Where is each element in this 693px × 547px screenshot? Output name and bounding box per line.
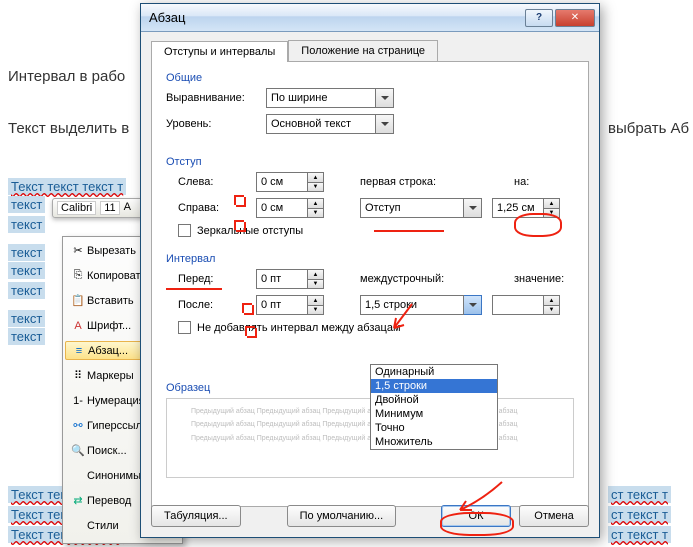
font-name-combo[interactable]: Calibri bbox=[57, 201, 96, 215]
font-icon: A bbox=[69, 320, 87, 332]
paste-icon: 📋 bbox=[69, 294, 87, 307]
bg-line-2-left: Текст выделить в bbox=[8, 120, 129, 137]
line-spacing-option[interactable]: Минимум bbox=[371, 407, 497, 421]
font-size-combo[interactable]: 11 bbox=[100, 201, 119, 215]
outline-level-combo[interactable]: Основной текст bbox=[266, 114, 394, 134]
tabulation-button[interactable]: Табуляция... bbox=[151, 505, 241, 527]
bg-sel-row: ст текст т bbox=[608, 506, 671, 523]
dialog-title: Абзац bbox=[149, 10, 525, 25]
alignment-label: Выравнивание: bbox=[166, 92, 266, 104]
bg-sel-row: текст bbox=[8, 244, 45, 261]
line-spacing-at-spinner[interactable]: ▲▼ bbox=[492, 295, 560, 315]
bg-sel-row: текст bbox=[8, 216, 45, 233]
cancel-button[interactable]: Отмена bbox=[519, 505, 589, 527]
at-label: значение: bbox=[514, 273, 574, 285]
link-icon: ⚯ bbox=[69, 419, 87, 432]
translate-icon: ⇄ bbox=[69, 494, 87, 507]
chevron-down-icon[interactable] bbox=[376, 114, 394, 134]
space-after-spinner[interactable]: 0 пт▲▼ bbox=[256, 295, 324, 315]
bg-sel-row: Текст текст текст т bbox=[8, 178, 126, 195]
line-spacing-combo[interactable]: 1,5 строки bbox=[360, 295, 482, 315]
bg-sel-row: текст bbox=[8, 262, 45, 279]
group-title: Общие bbox=[166, 72, 574, 84]
anno-mark bbox=[234, 195, 244, 205]
space-after-label: После: bbox=[166, 299, 226, 311]
search-icon: 🔍 bbox=[69, 444, 87, 457]
line-spacing-label: междустрочный: bbox=[360, 273, 444, 285]
dialog-panel: Общие Выравнивание: По ширине Уровень: О… bbox=[151, 61, 589, 507]
outline-level-label: Уровень: bbox=[166, 118, 266, 130]
line-spacing-dropdown-list: Одинарный 1,5 строки Двойной Минимум Точ… bbox=[370, 364, 498, 450]
space-before-spinner[interactable]: 0 пт▲▼ bbox=[256, 269, 324, 289]
first-line-by-spinner[interactable]: 1,25 см▲▼ bbox=[492, 198, 560, 218]
scissors-icon: ✂ bbox=[69, 244, 87, 257]
line-spacing-option[interactable]: Точно bbox=[371, 421, 497, 435]
bg-sel-row: текст bbox=[8, 196, 45, 213]
dialog-button-row: Табуляция... По умолчанию... ОК Отмена bbox=[151, 505, 589, 527]
bg-sel-row: ст текст т bbox=[608, 526, 671, 543]
line-spacing-option[interactable]: Двойной bbox=[371, 393, 497, 407]
bg-sel-row: текст bbox=[8, 310, 45, 327]
titlebar[interactable]: Абзац ? ✕ bbox=[141, 4, 599, 32]
default-button[interactable]: По умолчанию... bbox=[287, 505, 397, 527]
anno-mark bbox=[245, 326, 255, 336]
tab-page-position[interactable]: Положение на странице bbox=[288, 40, 438, 61]
alignment-combo[interactable]: По ширине bbox=[266, 88, 394, 108]
numbering-icon: 1- bbox=[69, 395, 87, 407]
bg-sel-row: ст текст т bbox=[608, 486, 671, 503]
indent-right-label: Справа: bbox=[166, 202, 226, 214]
first-line-combo[interactable]: Отступ bbox=[360, 198, 482, 218]
paragraph-icon: ≡ bbox=[70, 345, 88, 357]
bg-line-1: Интервал в рабо bbox=[8, 68, 125, 85]
chevron-down-icon[interactable] bbox=[376, 88, 394, 108]
chevron-down-icon[interactable] bbox=[464, 198, 482, 218]
close-button[interactable]: ✕ bbox=[555, 9, 595, 27]
copy-icon: ⎘ bbox=[69, 269, 87, 282]
bg-line-2-right: выбрать Аб bbox=[608, 120, 689, 137]
ok-button[interactable]: ОК bbox=[441, 505, 511, 527]
group-indent: Отступ Слева: 0 см▲▼ первая строка: на: … bbox=[166, 156, 574, 237]
line-spacing-option[interactable]: Одинарный bbox=[371, 365, 497, 379]
group-general: Общие Выравнивание: По ширине Уровень: О… bbox=[166, 72, 574, 140]
line-spacing-option[interactable]: 1,5 строки bbox=[371, 379, 497, 393]
help-button[interactable]: ? bbox=[525, 9, 553, 27]
anno-mark bbox=[234, 220, 244, 230]
indent-right-spinner[interactable]: 0 см▲▼ bbox=[256, 198, 324, 218]
grow-font-icon[interactable]: A bbox=[124, 201, 138, 215]
space-before-label: Перед: bbox=[166, 273, 226, 285]
group-title: Отступ bbox=[166, 156, 574, 168]
no-space-same-style-checkbox[interactable]: Не добавлять интервал между абзацам bbox=[178, 321, 574, 334]
anno-mark bbox=[242, 303, 252, 313]
indent-left-label: Слева: bbox=[166, 176, 226, 188]
bullets-icon: ⠿ bbox=[69, 369, 87, 382]
chevron-down-icon[interactable] bbox=[464, 295, 482, 315]
tab-indents-spacing[interactable]: Отступы и интервалы bbox=[151, 41, 288, 62]
first-line-label: первая строка: bbox=[360, 176, 436, 188]
bg-sel-row: текст bbox=[8, 282, 45, 299]
by-label: на: bbox=[514, 176, 574, 188]
indent-left-spinner[interactable]: 0 см▲▼ bbox=[256, 172, 324, 192]
group-spacing: Интервал Перед: 0 пт▲▼ междустрочный: зн… bbox=[166, 253, 574, 334]
paragraph-dialog: Абзац ? ✕ Отступы и интервалы Положение … bbox=[140, 3, 600, 538]
group-title: Интервал bbox=[166, 253, 574, 265]
bg-sel-row: текст bbox=[8, 328, 45, 345]
line-spacing-option[interactable]: Множитель bbox=[371, 435, 497, 449]
